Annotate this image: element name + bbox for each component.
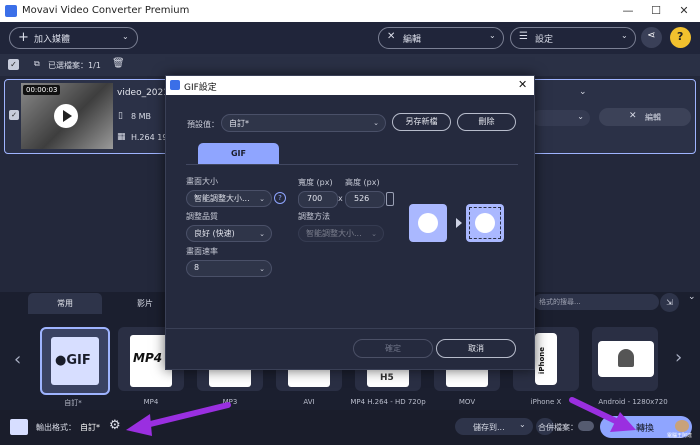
annotation-arrows (126, 397, 636, 436)
annotation-arrow-left (126, 402, 231, 436)
watermark-text: 電腦王阿達 (667, 433, 693, 439)
annotation-arrow-right (569, 397, 636, 432)
watermark-logo: 電腦王阿達 (667, 420, 697, 442)
